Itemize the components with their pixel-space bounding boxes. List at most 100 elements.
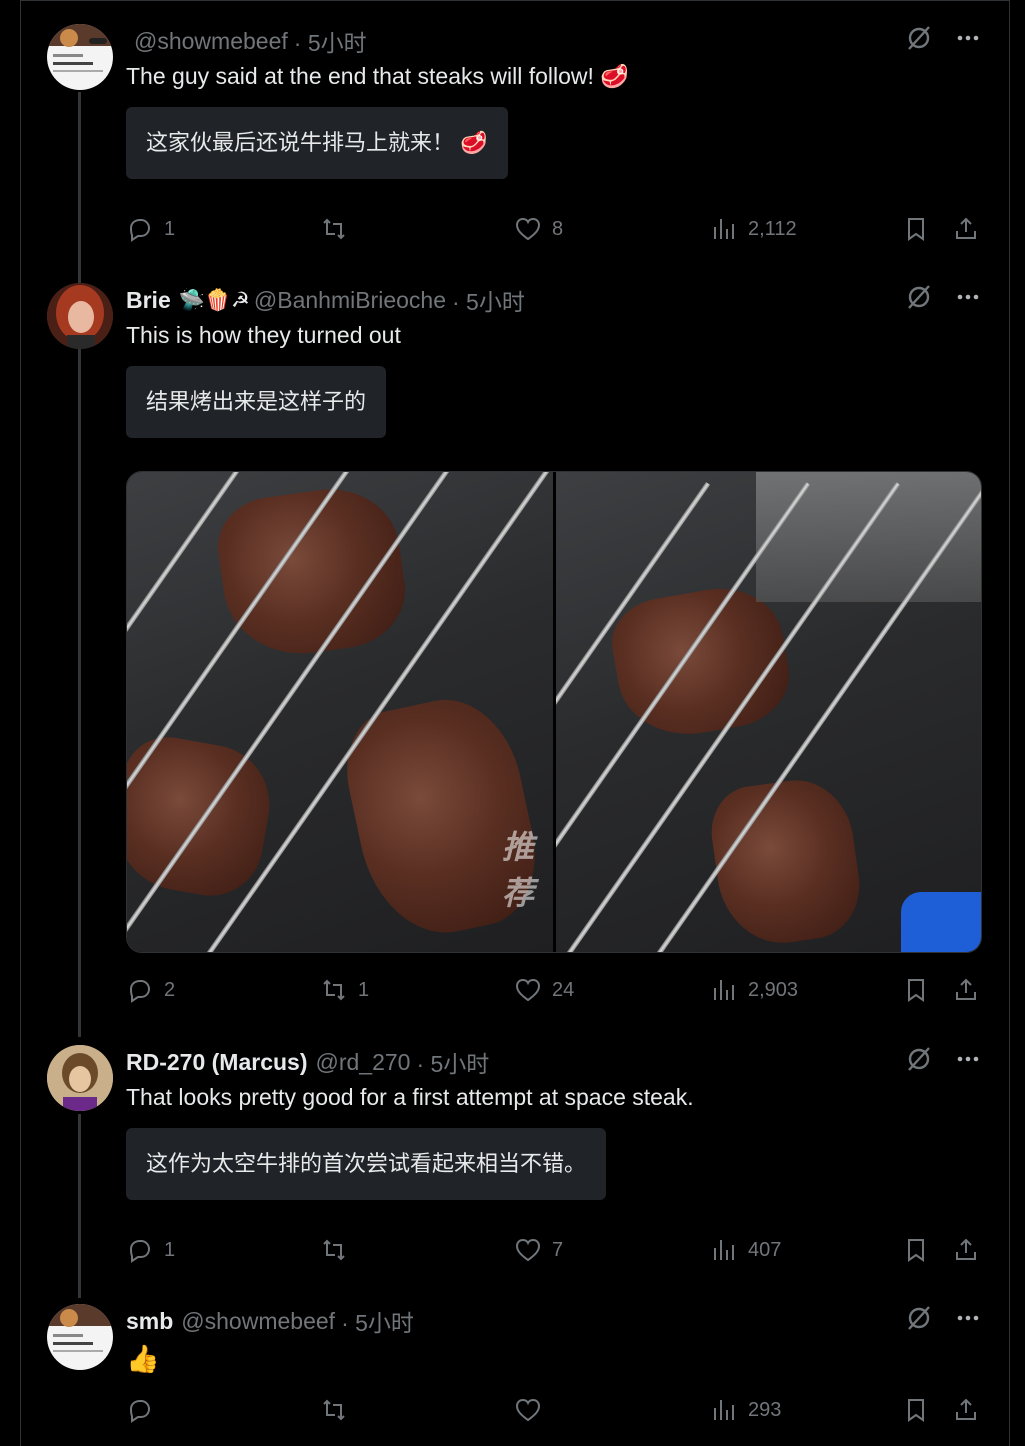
like-button[interactable]: 24 [514, 972, 574, 1008]
retweet-icon [323, 1239, 345, 1261]
action-bar: 1 8 2,112 [126, 211, 982, 247]
action-bar: 1 7 407 [126, 1232, 982, 1268]
views-icon [714, 980, 734, 1000]
media-grid[interactable]: 推荐 [126, 471, 982, 953]
reply-icon [129, 219, 151, 242]
tweet-header: @showmebeef · 5小时 [126, 24, 367, 58]
reply-button[interactable]: 2 [126, 972, 175, 1008]
avatar[interactable] [47, 24, 113, 90]
more-icon[interactable] [955, 1305, 981, 1338]
timestamp[interactable]: · 5小时 [341, 1304, 414, 1338]
reply-count: 1 [164, 217, 176, 240]
share-icon [956, 1398, 976, 1420]
slashed-circle-icon[interactable] [905, 1045, 933, 1080]
retweet-button[interactable] [320, 211, 358, 247]
retweet-icon [323, 1399, 345, 1421]
tweet-top-actions [905, 1304, 981, 1339]
video-watermark: 推荐 [502, 829, 535, 911]
bookmark-button[interactable] [902, 211, 930, 247]
views-button[interactable]: 2,112 [710, 211, 797, 247]
share-button[interactable] [952, 1392, 980, 1428]
reply-icon [129, 1400, 151, 1423]
profile-badges: 🛸🍿☭ [178, 288, 250, 312]
translation-box: 这家伙最后还说牛排马上就来！ 🥩 [126, 107, 508, 179]
views-icon [714, 219, 734, 239]
slashed-circle-icon[interactable] [905, 283, 933, 318]
reply-count: 2 [164, 978, 176, 1001]
slashed-circle-icon[interactable] [905, 24, 933, 59]
media-image[interactable]: 推荐 [127, 472, 553, 952]
share-button[interactable] [952, 972, 980, 1008]
like-count: 8 [552, 217, 564, 240]
views-button[interactable]: 407 [710, 1232, 781, 1268]
avatar[interactable] [47, 1304, 113, 1370]
handle[interactable]: @BanhmiBrieoche [254, 287, 446, 314]
bookmark-icon [908, 1399, 924, 1422]
tweet-header: RD-270 (Marcus) @rd_270 · 5小时 [126, 1045, 489, 1079]
views-count: 2,112 [748, 217, 797, 240]
display-name[interactable]: smb [126, 1308, 173, 1335]
retweet-count: 1 [358, 978, 370, 1001]
bookmark-button[interactable] [902, 1232, 930, 1268]
handle[interactable]: @rd_270 [316, 1049, 411, 1076]
reply-button[interactable]: 1 [126, 211, 175, 247]
tweet-top-actions [905, 1045, 981, 1080]
retweet-button[interactable]: 1 [320, 972, 369, 1008]
display-name[interactable]: RD-270 (Marcus) [126, 1049, 308, 1076]
tweet-top-actions [905, 283, 981, 318]
bookmark-icon [908, 218, 924, 241]
handle[interactable]: @showmebeef [134, 28, 288, 55]
timestamp[interactable]: · 5小时 [452, 283, 525, 317]
tweet-header: smb @showmebeef · 5小时 [126, 1304, 414, 1338]
reply-button[interactable] [126, 1392, 164, 1428]
bookmark-icon [908, 979, 924, 1002]
bookmark-button[interactable] [902, 972, 930, 1008]
reply-count: 1 [164, 1238, 176, 1261]
avatar[interactable] [47, 1045, 113, 1111]
views-count: 407 [748, 1238, 782, 1261]
handle[interactable]: @showmebeef [181, 1308, 335, 1335]
heart-icon [515, 1398, 541, 1422]
like-button[interactable]: 8 [514, 211, 563, 247]
share-icon [956, 217, 976, 239]
retweet-button[interactable] [320, 1392, 358, 1428]
timestamp[interactable]: · 5小时 [294, 24, 367, 58]
reply-icon [129, 980, 151, 1003]
more-icon[interactable] [955, 284, 981, 317]
share-button[interactable] [952, 1232, 980, 1268]
like-count: 24 [552, 978, 575, 1001]
views-icon [714, 1240, 734, 1260]
like-button[interactable] [514, 1392, 552, 1428]
avatar[interactable] [47, 283, 113, 349]
more-icon[interactable] [955, 25, 981, 58]
bookmark-icon [908, 1239, 924, 1262]
timestamp[interactable]: · 5小时 [416, 1045, 489, 1079]
heart-icon [515, 978, 541, 1002]
action-bar: 2 1 24 2,903 [126, 972, 982, 1008]
action-bar: 293 [126, 1392, 982, 1428]
thread-line [78, 92, 81, 1037]
bookmark-button[interactable] [902, 1392, 930, 1428]
share-icon [956, 978, 976, 1000]
like-button[interactable]: 7 [514, 1232, 563, 1268]
media-image[interactable] [555, 472, 981, 952]
translation-box: 结果烤出来是这样子的 [126, 366, 387, 438]
views-button[interactable]: 2,903 [710, 972, 798, 1008]
share-icon [956, 1238, 976, 1260]
heart-icon [515, 217, 541, 241]
share-button[interactable] [952, 211, 980, 247]
slashed-circle-icon[interactable] [905, 1304, 933, 1339]
display-name[interactable]: Brie [126, 287, 171, 314]
reply-icon [129, 1240, 151, 1263]
reply-button[interactable]: 1 [126, 1232, 175, 1268]
views-icon [714, 1400, 734, 1420]
retweet-button[interactable] [320, 1232, 358, 1268]
more-icon[interactable] [955, 1046, 981, 1079]
translation-box: 这作为太空牛排的首次尝试看起来相当不错。 [126, 1128, 607, 1200]
thread-line [78, 1114, 81, 1298]
tweet-top-actions [905, 24, 981, 59]
retweet-icon [323, 218, 345, 240]
views-button[interactable]: 293 [710, 1392, 781, 1428]
views-count: 293 [748, 1398, 782, 1421]
tweet-text: This is how they turned out [126, 322, 401, 348]
